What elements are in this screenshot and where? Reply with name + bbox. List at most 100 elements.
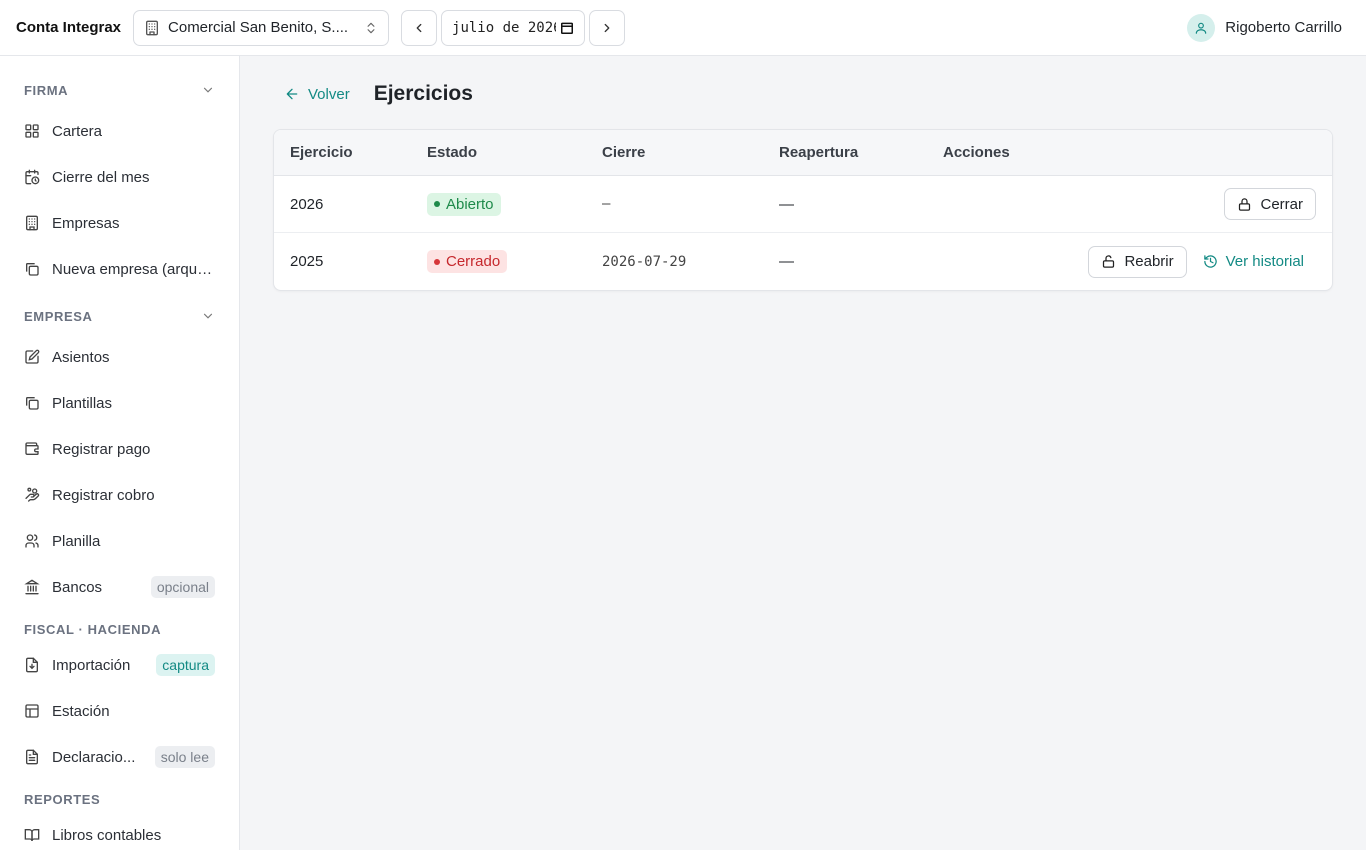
- user-name: Rigoberto Carrillo: [1225, 19, 1342, 36]
- sidebar-item-bancos[interactable]: Bancos opcional: [24, 572, 215, 602]
- chevron-down-icon: [201, 309, 215, 323]
- status-label: Abierto: [446, 195, 494, 213]
- col-header-estado: Estado: [427, 144, 478, 161]
- top-bar: Conta Integrax Comercial San Benito, S..…: [0, 0, 1366, 56]
- arrow-left-icon: [284, 86, 300, 102]
- file-import-icon: [24, 657, 40, 673]
- cell-estado: Cerrado: [427, 233, 508, 290]
- prev-month-button[interactable]: [401, 9, 438, 46]
- cell-acciones: Cerrar: [1224, 176, 1316, 232]
- table-icon: [24, 703, 40, 719]
- cell-reapertura: —: [779, 253, 794, 270]
- copy-icon: [24, 261, 40, 277]
- status-badge: Abierto: [427, 192, 501, 216]
- cell-acciones: Reabrir Ver historial: [1088, 233, 1316, 290]
- status-label: Cerrado: [446, 253, 501, 270]
- status-dot: [434, 258, 440, 265]
- sidebar-item-asientos[interactable]: Asientos: [24, 342, 215, 372]
- hand-coins-icon: [24, 487, 40, 503]
- building-icon: [144, 20, 160, 36]
- table-header: Ejercicio Estado Cierre Reapertura Accio…: [274, 130, 1332, 176]
- company-select[interactable]: Comercial San Benito, S....: [133, 9, 390, 46]
- page-header: Volver Ejercicios: [284, 82, 473, 106]
- ver-historial-label: Ver historial: [1225, 253, 1304, 270]
- chevrons-up-down-icon: [364, 21, 378, 35]
- cell-reapertura: —: [779, 195, 794, 213]
- cerrar-button[interactable]: Cerrar: [1224, 188, 1316, 220]
- sidebar-item-registrar-cobro[interactable]: Registrar cobro: [24, 480, 215, 510]
- next-month-button[interactable]: [589, 9, 626, 46]
- status-badge: Cerrado: [427, 250, 508, 273]
- section-title: EMPRESA: [24, 308, 93, 324]
- sidebar-item-label: Plantillas: [52, 394, 113, 412]
- building-icon: [24, 215, 40, 231]
- user-menu[interactable]: Rigoberto Carrillo: [1187, 13, 1350, 42]
- sidebar-item-label: Nueva empresa (arque...: [52, 260, 215, 278]
- sidebar: FIRMA Cartera Cierre del mes Empresas Nu…: [0, 56, 240, 850]
- cell-cierre: —: [602, 196, 611, 212]
- sidebar-item-label: Asientos: [52, 348, 110, 366]
- copy-icon: [24, 395, 40, 411]
- sidebar-item-label: Planilla: [52, 532, 101, 550]
- cell-cierre: 2026-07-29: [602, 253, 687, 270]
- back-link[interactable]: Volver: [284, 86, 350, 103]
- calendar-icon[interactable]: [560, 21, 574, 35]
- user-icon: [1194, 21, 1208, 35]
- sidebar-item-label: Empresas: [52, 214, 120, 232]
- chevron-right-icon: [600, 21, 614, 35]
- ver-historial-link[interactable]: Ver historial: [1203, 253, 1316, 270]
- badge-captura: captura: [156, 654, 215, 676]
- section-firma[interactable]: FIRMA: [24, 80, 215, 100]
- col-header-acciones: Acciones: [943, 144, 1010, 161]
- sidebar-item-label: Declaracio...: [52, 748, 136, 766]
- month-input-value: julio de 2026: [452, 19, 557, 36]
- lock-open-icon: [1101, 254, 1116, 269]
- calendar-clock-icon: [24, 169, 40, 185]
- cerrar-button-label: Cerrar: [1260, 195, 1303, 213]
- sidebar-item-cartera[interactable]: Cartera: [24, 116, 215, 146]
- section-title: FIRMA: [24, 82, 69, 98]
- lock-icon: [1237, 197, 1252, 212]
- sidebar-item-label: Registrar cobro: [52, 486, 155, 504]
- cell-ejercicio: 2025: [290, 253, 324, 270]
- col-header-cierre: Cierre: [602, 144, 646, 161]
- chevron-left-icon: [412, 21, 426, 35]
- sidebar-item-plantillas[interactable]: Plantillas: [24, 388, 215, 418]
- sidebar-item-empresas[interactable]: Empresas: [24, 208, 215, 238]
- col-header-ejercicio: Ejercicio: [290, 144, 353, 161]
- sidebar-item-declaraciones[interactable]: Declaracio... solo lee: [24, 742, 215, 772]
- app-brand: Conta Integrax: [16, 19, 122, 36]
- history-icon: [1203, 254, 1218, 269]
- sidebar-item-libros-contables[interactable]: Libros contables: [24, 820, 215, 850]
- cell-estado: Abierto: [427, 176, 501, 232]
- book-icon: [24, 827, 40, 843]
- grid-icon: [24, 123, 40, 139]
- sidebar-item-label: Cierre del mes: [52, 168, 150, 186]
- section-title: FISCAL · HACIENDA: [24, 621, 162, 637]
- bank-icon: [24, 579, 40, 595]
- sidebar-item-registrar-pago[interactable]: Registrar pago: [24, 434, 215, 464]
- section-fiscal: FISCAL · HACIENDA: [24, 619, 215, 639]
- back-link-label: Volver: [308, 85, 350, 103]
- sidebar-item-label: Estación: [52, 702, 110, 720]
- sidebar-item-label: Bancos: [52, 578, 103, 596]
- company-select-label: Comercial San Benito, S....: [168, 19, 349, 36]
- sidebar-item-label: Importación: [52, 656, 131, 674]
- month-input[interactable]: julio de 2026: [441, 9, 586, 46]
- sidebar-item-nueva-empresa[interactable]: Nueva empresa (arque...: [24, 254, 215, 284]
- sidebar-item-cierre-del-mes[interactable]: Cierre del mes: [24, 162, 215, 192]
- sidebar-item-importacion[interactable]: Importación captura: [24, 650, 215, 680]
- table-row: 2025 Cerrado 2026-07-29 — Reabrir Ver hi…: [274, 233, 1332, 290]
- sidebar-item-planilla[interactable]: Planilla: [24, 526, 215, 556]
- users-icon: [24, 533, 40, 549]
- table-row: 2026 Abierto — — Cerrar: [274, 176, 1332, 233]
- section-title: REPORTES: [24, 791, 101, 807]
- section-empresa[interactable]: EMPRESA: [24, 306, 215, 326]
- sidebar-item-estacion[interactable]: Estación: [24, 696, 215, 726]
- reabrir-button[interactable]: Reabrir: [1088, 245, 1187, 278]
- edit-icon: [24, 349, 40, 365]
- col-header-reapertura: Reapertura: [779, 144, 859, 161]
- badge-opcional: opcional: [150, 576, 215, 598]
- badge-solo-lee: solo lee: [154, 746, 215, 768]
- page-title: Ejercicios: [373, 82, 473, 105]
